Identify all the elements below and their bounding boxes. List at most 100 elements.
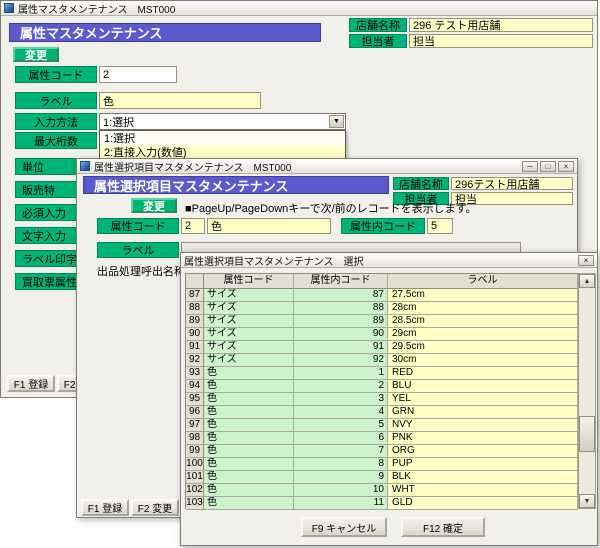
table-row[interactable]: 87サイズ8727.5cm	[186, 289, 578, 302]
window-controls: ─ □ ×	[522, 161, 574, 172]
attr-inner-code-field[interactable]: 5	[427, 218, 453, 234]
row-number-cell: 101	[186, 471, 204, 484]
input-method-combobox[interactable]: 1:選択 ▼	[99, 113, 346, 130]
scrollbar-thumb[interactable]	[579, 416, 595, 452]
inner-code-cell: 10	[294, 484, 388, 497]
table-row[interactable]: 100色8PUP	[186, 458, 578, 471]
label-field[interactable]: 色	[99, 92, 261, 109]
close-icon[interactable]: ×	[558, 161, 574, 172]
store-name-field[interactable]: 296テスト用店舗	[451, 177, 573, 190]
table-row[interactable]: 98色6PNK	[186, 432, 578, 445]
table-row[interactable]: 88サイズ8828cm	[186, 302, 578, 315]
label-cell: 28cm	[388, 302, 578, 315]
pageup-hint-text: ■PageUp/PageDownキーで次/前のレコードを表示します。	[185, 200, 477, 216]
scrollbar-track[interactable]	[579, 288, 595, 494]
label-cell: GLD	[388, 497, 578, 510]
staff-field[interactable]: 担当	[409, 34, 593, 48]
store-name-field[interactable]: 296 テスト用店舗	[409, 18, 593, 32]
row-number-cell: 90	[186, 328, 204, 341]
dropdown-item[interactable]: 1:選択	[100, 131, 345, 145]
header-inner-code: 属性内コード	[294, 274, 388, 289]
table-row[interactable]: 95色3YEL	[186, 393, 578, 406]
back-window-title: 属性マスタメンテナンス MST000	[18, 1, 175, 16]
inner-code-cell: 7	[294, 445, 388, 458]
change-button[interactable]: 変更	[131, 198, 177, 213]
label-label: ラベル	[97, 242, 179, 258]
maximize-icon[interactable]: □	[540, 161, 556, 172]
inner-code-cell: 5	[294, 419, 388, 432]
inner-code-cell: 91	[294, 341, 388, 354]
f1-register-button[interactable]: F1 登録	[7, 375, 55, 392]
label-cell: BLK	[388, 471, 578, 484]
label-cell: 29cm	[388, 328, 578, 341]
row-number-cell: 92	[186, 354, 204, 367]
label-cell: PNK	[388, 432, 578, 445]
table-row[interactable]: 91サイズ9129.5cm	[186, 341, 578, 354]
dropdown-item[interactable]: 2:直接入力(数値)	[100, 145, 345, 159]
middle-titlebar[interactable]: 属性選択項目マスタメンテナンス MST000 ─ □ ×	[77, 159, 577, 174]
table-scrollbar[interactable]: ▲ ▼	[578, 273, 596, 509]
table-row[interactable]: 103色11GLD	[186, 497, 578, 510]
f2-change-button[interactable]: F2 変更	[131, 499, 179, 516]
row-number-cell: 94	[186, 380, 204, 393]
table-row[interactable]: 94色2BLU	[186, 380, 578, 393]
table-row[interactable]: 89サイズ8928.5cm	[186, 315, 578, 328]
attr-code-cell: 色	[204, 471, 294, 484]
row-number-cell: 99	[186, 445, 204, 458]
combo-dropdown-icon[interactable]: ▼	[329, 115, 344, 128]
back-banner-title: 属性マスタメンテナンス	[9, 23, 321, 42]
close-icon[interactable]: ×	[578, 255, 594, 266]
row-number-cell: 103	[186, 497, 204, 510]
label-cell: NVY	[388, 419, 578, 432]
inner-code-cell: 89	[294, 315, 388, 328]
row-number-cell: 91	[186, 341, 204, 354]
f12-confirm-button[interactable]: F12 確定	[401, 517, 485, 537]
f1-register-button[interactable]: F1 登録	[81, 499, 129, 516]
staff-label: 担当者	[349, 34, 407, 48]
row-number-cell: 100	[186, 458, 204, 471]
attr-code-field[interactable]: 2	[181, 218, 205, 234]
back-titlebar[interactable]: 属性マスタメンテナンス MST000	[1, 1, 597, 16]
scroll-down-icon[interactable]: ▼	[579, 494, 595, 508]
table-row[interactable]: 93色1RED	[186, 367, 578, 380]
inner-code-cell: 88	[294, 302, 388, 315]
label-cell: 28.5cm	[388, 315, 578, 328]
middle-window-title: 属性選択項目マスタメンテナンス MST000	[94, 159, 291, 174]
label-label: ラベル	[15, 92, 97, 109]
store-name-label: 店舗名称	[349, 18, 407, 32]
label-cell: RED	[388, 367, 578, 380]
table-row[interactable]: 90サイズ9029cm	[186, 328, 578, 341]
label-cell: BLU	[388, 380, 578, 393]
inner-code-cell: 2	[294, 380, 388, 393]
change-button[interactable]: 変更	[13, 47, 59, 62]
input-method-value: 1:選択	[103, 114, 134, 130]
app-icon	[80, 161, 90, 171]
dialog-titlebar[interactable]: 属性選択項目マスタメンテナンス 選択 ×	[181, 253, 597, 268]
dialog-table-body: 87サイズ8727.5cm88サイズ8828cm89サイズ8928.5cm90サ…	[186, 289, 578, 510]
attr-code-cell: サイズ	[204, 302, 294, 315]
label-cell: GRN	[388, 406, 578, 419]
table-row[interactable]: 101色9BLK	[186, 471, 578, 484]
table-row[interactable]: 96色4GRN	[186, 406, 578, 419]
attr-code-cell: サイズ	[204, 289, 294, 302]
header-label: ラベル	[388, 274, 578, 289]
table-row[interactable]: 92サイズ9230cm	[186, 354, 578, 367]
scroll-up-icon[interactable]: ▲	[579, 274, 595, 288]
max-digits-label: 最大桁数	[15, 132, 97, 149]
row-number-cell: 97	[186, 419, 204, 432]
attr-code-label: 属性コード	[97, 218, 179, 234]
table-row[interactable]: 97色5NVY	[186, 419, 578, 432]
attr-code-cell: 色	[204, 393, 294, 406]
label-cell: PUP	[388, 458, 578, 471]
row-number-cell: 98	[186, 432, 204, 445]
f9-cancel-button[interactable]: F9 キャンセル	[301, 517, 387, 537]
minimize-icon[interactable]: ─	[522, 161, 538, 172]
attr-code-cell: サイズ	[204, 328, 294, 341]
attr-code-name-field[interactable]: 色	[207, 218, 331, 234]
attr-code-field[interactable]: 2	[99, 66, 177, 83]
table-row[interactable]: 99色7ORG	[186, 445, 578, 458]
inner-code-cell: 92	[294, 354, 388, 367]
header-attr-code: 属性コード	[204, 274, 294, 289]
table-row[interactable]: 102色10WHT	[186, 484, 578, 497]
store-name-label: 店舗名称	[393, 177, 449, 190]
